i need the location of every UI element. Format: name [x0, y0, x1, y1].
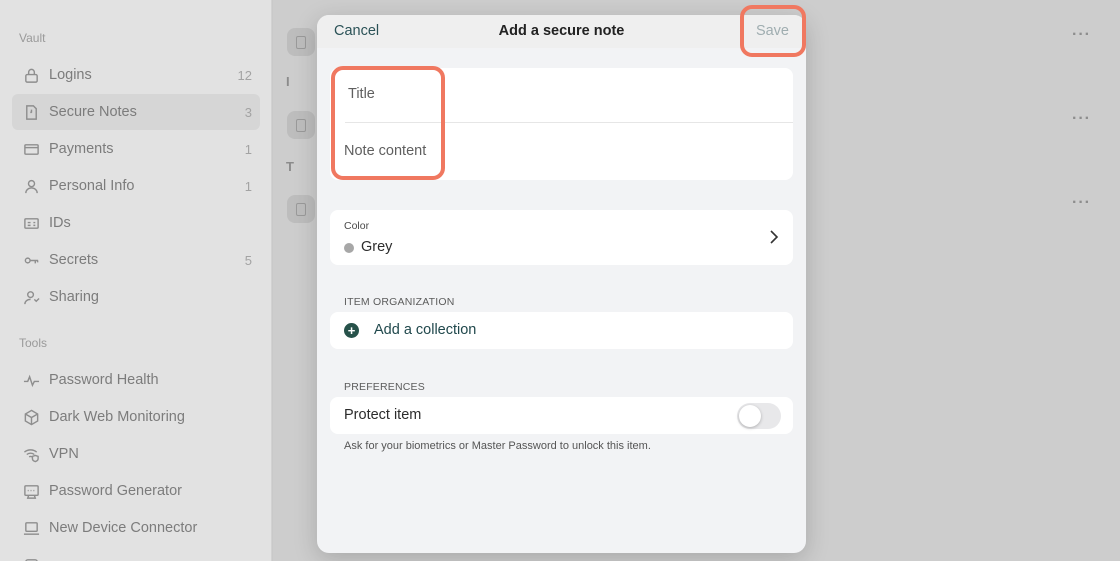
sidebar-item-logins[interactable]: Logins 12 — [12, 57, 260, 93]
sidebar-item-partial[interactable] — [12, 547, 260, 561]
color-label: Color — [344, 220, 370, 232]
sidebar-item-sharing[interactable]: Sharing — [12, 279, 260, 315]
vault-section-label: Vault — [19, 31, 46, 45]
sharing-icon — [22, 288, 40, 306]
sidebar-item-label: Password Generator — [49, 483, 182, 499]
chevron-right-icon — [770, 230, 779, 244]
card-icon — [22, 140, 40, 158]
color-swatch — [344, 243, 354, 253]
add-collection-label: Add a collection — [374, 322, 477, 338]
person-icon — [22, 177, 40, 195]
sidebar-item-label: Password Health — [49, 372, 159, 388]
more-options-icon[interactable]: ··· — [1072, 26, 1091, 44]
protect-item-row: Protect item — [330, 397, 793, 434]
sidebar-item-password-health[interactable]: Password Health — [12, 362, 260, 398]
sidebar-item-label: Personal Info — [49, 178, 135, 194]
sidebar-item-label: New Device Connector — [49, 520, 198, 536]
cube-icon — [22, 408, 40, 426]
field-divider — [345, 122, 793, 123]
item-organization-heading: ITEM ORGANIZATION — [344, 296, 455, 308]
more-options-icon[interactable]: ··· — [1072, 110, 1091, 128]
sidebar-item-label: IDs — [49, 215, 71, 231]
modal-header: Cancel Add a secure note Save — [317, 15, 806, 48]
modal-title: Add a secure note — [498, 23, 625, 39]
list-section-letter: T — [286, 159, 294, 174]
note-thumbnail — [287, 111, 315, 139]
sidebar-item-label: Sharing — [49, 289, 99, 305]
sidebar-item-new-device-connector[interactable]: New Device Connector — [12, 510, 260, 546]
sidebar-item-secrets[interactable]: Secrets 5 — [12, 242, 260, 278]
title-field[interactable]: Title — [330, 68, 793, 124]
sidebar-item-password-generator[interactable]: Password Generator — [12, 473, 260, 509]
laptop-icon — [22, 519, 40, 537]
sidebar-item-count: 1 — [244, 141, 252, 157]
tools-section-label: Tools — [19, 336, 48, 350]
note-content-field[interactable]: Note content — [330, 124, 793, 180]
list-section-letter: I — [286, 74, 290, 89]
sidebar-item-vpn[interactable]: VPN — [12, 436, 260, 472]
plus-circle-icon: + — [344, 323, 359, 338]
sidebar-item-count: 5 — [244, 252, 252, 268]
sidebar-item-dark-web-monitoring[interactable]: Dark Web Monitoring — [12, 399, 260, 435]
color-value: Grey — [361, 239, 393, 255]
sidebar-item-label: Dark Web Monitoring — [49, 409, 185, 425]
toggle-knob — [739, 405, 761, 427]
generator-icon — [22, 482, 40, 500]
sidebar-item-label: Secure Notes — [49, 104, 137, 120]
pulse-icon — [22, 371, 40, 389]
color-picker-row[interactable]: Color Grey — [330, 210, 793, 265]
protect-item-toggle[interactable] — [737, 403, 781, 429]
app-icon — [22, 556, 40, 561]
sidebar-item-count: 12 — [237, 67, 252, 83]
preferences-heading: PREFERENCES — [344, 381, 425, 393]
note-thumbnail — [287, 195, 315, 223]
sidebar-item-label: Payments — [49, 141, 114, 157]
wifi-shield-icon — [22, 445, 40, 463]
note-icon — [22, 103, 40, 121]
sidebar-item-count: 1 — [244, 178, 252, 194]
sidebar: Vault Logins 12 Secure Notes 3 Payments … — [0, 0, 272, 561]
sidebar-item-ids[interactable]: IDs — [12, 205, 260, 241]
note-fields-card: Title Note content — [330, 68, 793, 180]
save-button[interactable]: Save — [756, 23, 789, 39]
add-collection-button[interactable]: + Add a collection — [330, 312, 793, 349]
more-options-icon[interactable]: ··· — [1072, 194, 1091, 212]
id-icon — [22, 214, 40, 232]
sidebar-item-count: 3 — [244, 104, 252, 120]
sidebar-item-label: Logins — [49, 67, 92, 83]
note-thumbnail — [287, 28, 315, 56]
sidebar-item-personal-info[interactable]: Personal Info 1 — [12, 168, 260, 204]
sidebar-item-label: VPN — [49, 446, 79, 462]
sidebar-item-label: Secrets — [49, 252, 99, 268]
sidebar-item-payments[interactable]: Payments 1 — [12, 131, 260, 167]
protect-item-help-text: Ask for your biometrics or Master Passwo… — [344, 440, 651, 452]
protect-item-label: Protect item — [344, 407, 422, 423]
lock-icon — [22, 66, 40, 84]
key-icon — [22, 251, 40, 269]
add-secure-note-modal: Cancel Add a secure note Save Title Note… — [317, 15, 806, 553]
sidebar-item-secure-notes[interactable]: Secure Notes 3 — [12, 94, 260, 130]
